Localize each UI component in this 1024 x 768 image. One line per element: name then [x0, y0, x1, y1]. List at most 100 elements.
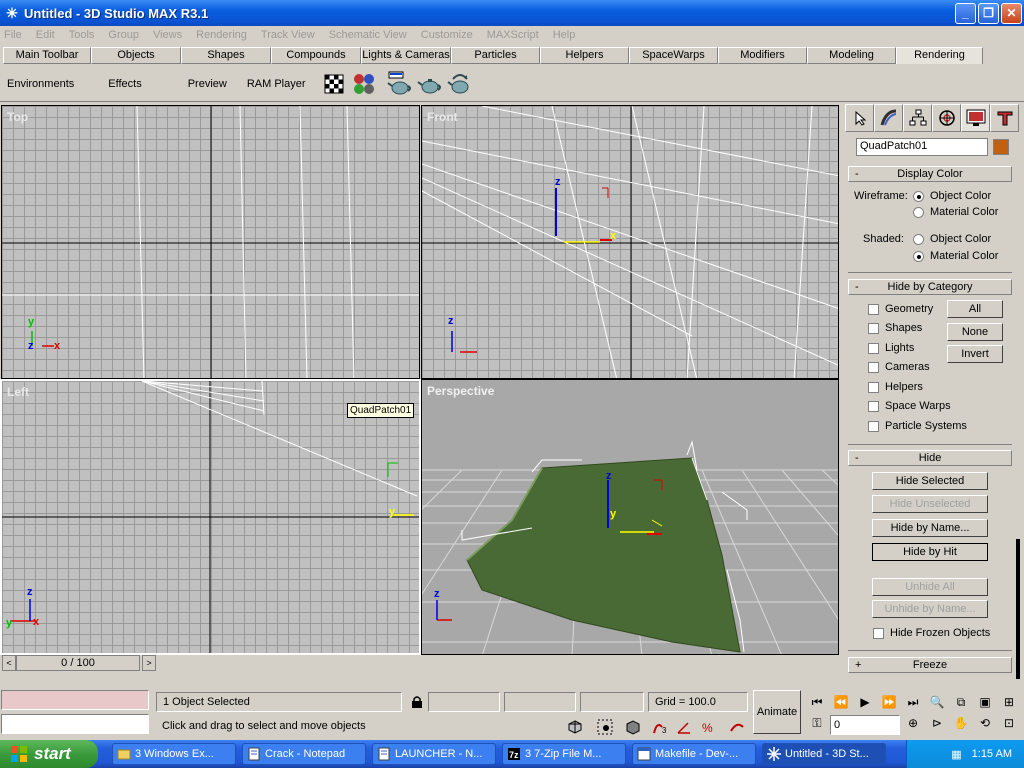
shapes-checkbox[interactable]: [868, 323, 879, 334]
hide-rollout[interactable]: - Hide: [848, 450, 1012, 466]
percent-snap-icon[interactable]: %: [700, 718, 718, 736]
wireframe-material-color-radio[interactable]: [913, 207, 924, 218]
window-crossing-icon[interactable]: [596, 718, 614, 736]
cameras-checkbox[interactable]: [868, 362, 879, 373]
freeze-rollout[interactable]: + Freeze: [848, 657, 1012, 673]
helpers-checkbox[interactable]: [868, 382, 879, 393]
all-button[interactable]: All: [947, 300, 1003, 318]
max-app-icon[interactable]: ✳: [4, 5, 20, 21]
unhide-by-name-button[interactable]: Unhide by Name...: [872, 600, 988, 618]
taskbar-7zip[interactable]: 7z 3 7-Zip File M...: [502, 743, 626, 765]
taskbar-3d-studio-max[interactable]: Untitled - 3D St...: [762, 743, 886, 765]
minimize-button[interactable]: _: [955, 2, 976, 24]
zoom-all-icon[interactable]: ⧉: [952, 693, 970, 711]
menu-track-view[interactable]: Track View: [261, 29, 315, 41]
preview-button[interactable]: Preview: [183, 69, 232, 99]
tab-modifiers[interactable]: Modifiers: [718, 47, 807, 64]
material-editor-icon[interactable]: [351, 71, 377, 97]
go-to-end-icon[interactable]: ⏭: [904, 693, 922, 711]
hide-by-hit-button[interactable]: Hide by Hit: [872, 543, 988, 561]
utilities-tab-icon[interactable]: [990, 104, 1019, 132]
tab-rendering[interactable]: Rendering: [896, 47, 983, 64]
shaded-object-color-radio[interactable]: [913, 234, 924, 245]
menu-file[interactable]: File: [4, 29, 22, 41]
viewport-label-perspective[interactable]: Perspective: [427, 384, 494, 398]
geometry-checkbox[interactable]: [868, 304, 879, 315]
viewport-front[interactable]: Front z x z: [421, 105, 839, 379]
zoom-icon[interactable]: 🔍: [928, 693, 946, 711]
animate-button[interactable]: Animate: [753, 690, 801, 734]
hierarchy-tab-icon[interactable]: [903, 104, 932, 132]
menu-tools[interactable]: Tools: [69, 29, 95, 41]
render-scene-teapot-icon[interactable]: [386, 71, 413, 97]
viewport-top[interactable]: Top y z x: [1, 105, 420, 379]
ram-player-button[interactable]: RAM Player: [242, 69, 311, 99]
tab-spacewarps[interactable]: SpaceWarps: [629, 47, 718, 64]
display-tab-icon[interactable]: [961, 104, 990, 132]
field-of-view-icon[interactable]: ⊳: [928, 714, 946, 732]
menu-views[interactable]: Views: [153, 29, 182, 41]
environments-button[interactable]: Environments: [2, 69, 79, 99]
time-slider-next-icon[interactable]: >: [142, 655, 156, 671]
arc-rotate-icon[interactable]: ⟲: [976, 714, 994, 732]
space-warps-checkbox[interactable]: [868, 401, 879, 412]
material-checker-icon[interactable]: [321, 71, 347, 97]
tab-helpers[interactable]: Helpers: [540, 47, 629, 64]
lock-selection-icon[interactable]: [408, 693, 426, 711]
viewport-label-left[interactable]: Left: [7, 385, 29, 399]
hide-by-category-rollout[interactable]: - Hide by Category: [848, 279, 1012, 295]
hide-selected-button[interactable]: Hide Selected: [872, 472, 988, 490]
tray-clock[interactable]: 1:15 AM: [972, 748, 1012, 760]
viewport-label-top[interactable]: Top: [7, 110, 28, 124]
3d-snap-toggle-icon[interactable]: 3: [652, 718, 670, 736]
maxscript-listener-field[interactable]: [1, 690, 149, 710]
object-color-swatch[interactable]: [993, 139, 1009, 155]
zoom-extents-all-icon[interactable]: ⊞: [1000, 693, 1018, 711]
unhide-all-button[interactable]: Unhide All: [872, 578, 988, 596]
time-slider-thumb[interactable]: 0 / 100: [16, 655, 140, 671]
menu-schematic-view[interactable]: Schematic View: [329, 29, 407, 41]
hide-frozen-objects-checkbox[interactable]: [873, 628, 884, 639]
current-frame-field[interactable]: 0: [830, 715, 900, 735]
play-icon[interactable]: ▶: [856, 693, 874, 711]
display-color-rollout[interactable]: - Display Color: [848, 166, 1012, 182]
motion-tab-icon[interactable]: [932, 104, 961, 132]
taskbar-notepad[interactable]: Crack - Notepad: [242, 743, 366, 765]
quick-render-teapot-icon[interactable]: [416, 71, 443, 97]
hide-by-name-button[interactable]: Hide by Name...: [872, 519, 988, 537]
z-coordinate-field[interactable]: [580, 692, 644, 712]
min-max-toggle-icon[interactable]: ⊡: [1000, 714, 1018, 732]
taskbar-launcher[interactable]: LAUNCHER - N...: [372, 743, 496, 765]
key-mode-icon[interactable]: ⚿: [808, 714, 826, 732]
hide-unselected-button[interactable]: Hide Unselected: [872, 495, 988, 513]
next-frame-icon[interactable]: ⏩: [880, 693, 898, 711]
modify-tab-icon[interactable]: [874, 104, 903, 132]
viewport-left[interactable]: Left QuadPatch01 y z y x: [0, 379, 421, 655]
y-coordinate-field[interactable]: [504, 692, 576, 712]
pan-hand-icon[interactable]: ✋: [952, 714, 970, 732]
tab-shapes[interactable]: Shapes: [181, 47, 271, 64]
create-tab-icon[interactable]: [845, 104, 874, 132]
shaded-material-color-radio[interactable]: [913, 251, 924, 262]
tab-compounds[interactable]: Compounds: [271, 47, 361, 64]
tab-modeling[interactable]: Modeling: [807, 47, 896, 64]
lights-checkbox[interactable]: [868, 343, 879, 354]
close-button[interactable]: ✕: [1001, 2, 1022, 24]
previous-frame-icon[interactable]: ⏪: [832, 693, 850, 711]
restore-button[interactable]: ❐: [978, 2, 999, 24]
snap-toggle-icon[interactable]: [624, 718, 642, 736]
time-slider[interactable]: < 0 / 100 >: [0, 655, 840, 671]
menu-group[interactable]: Group: [108, 29, 139, 41]
menu-maxscript[interactable]: MAXScript: [487, 29, 539, 41]
invert-button[interactable]: Invert: [947, 345, 1003, 363]
tab-lights-cameras[interactable]: Lights & Cameras: [361, 47, 451, 64]
menu-customize[interactable]: Customize: [421, 29, 473, 41]
menu-edit[interactable]: Edit: [36, 29, 55, 41]
tab-objects[interactable]: Objects: [91, 47, 181, 64]
none-button[interactable]: None: [947, 323, 1003, 341]
viewport-perspective[interactable]: Perspective z y z: [421, 379, 839, 655]
taskbar-dev-cpp[interactable]: Makefile - Dev-...: [632, 743, 756, 765]
start-button[interactable]: start: [0, 740, 98, 768]
time-slider-prev-icon[interactable]: <: [2, 655, 16, 671]
spinner-snap-icon[interactable]: [728, 718, 746, 736]
